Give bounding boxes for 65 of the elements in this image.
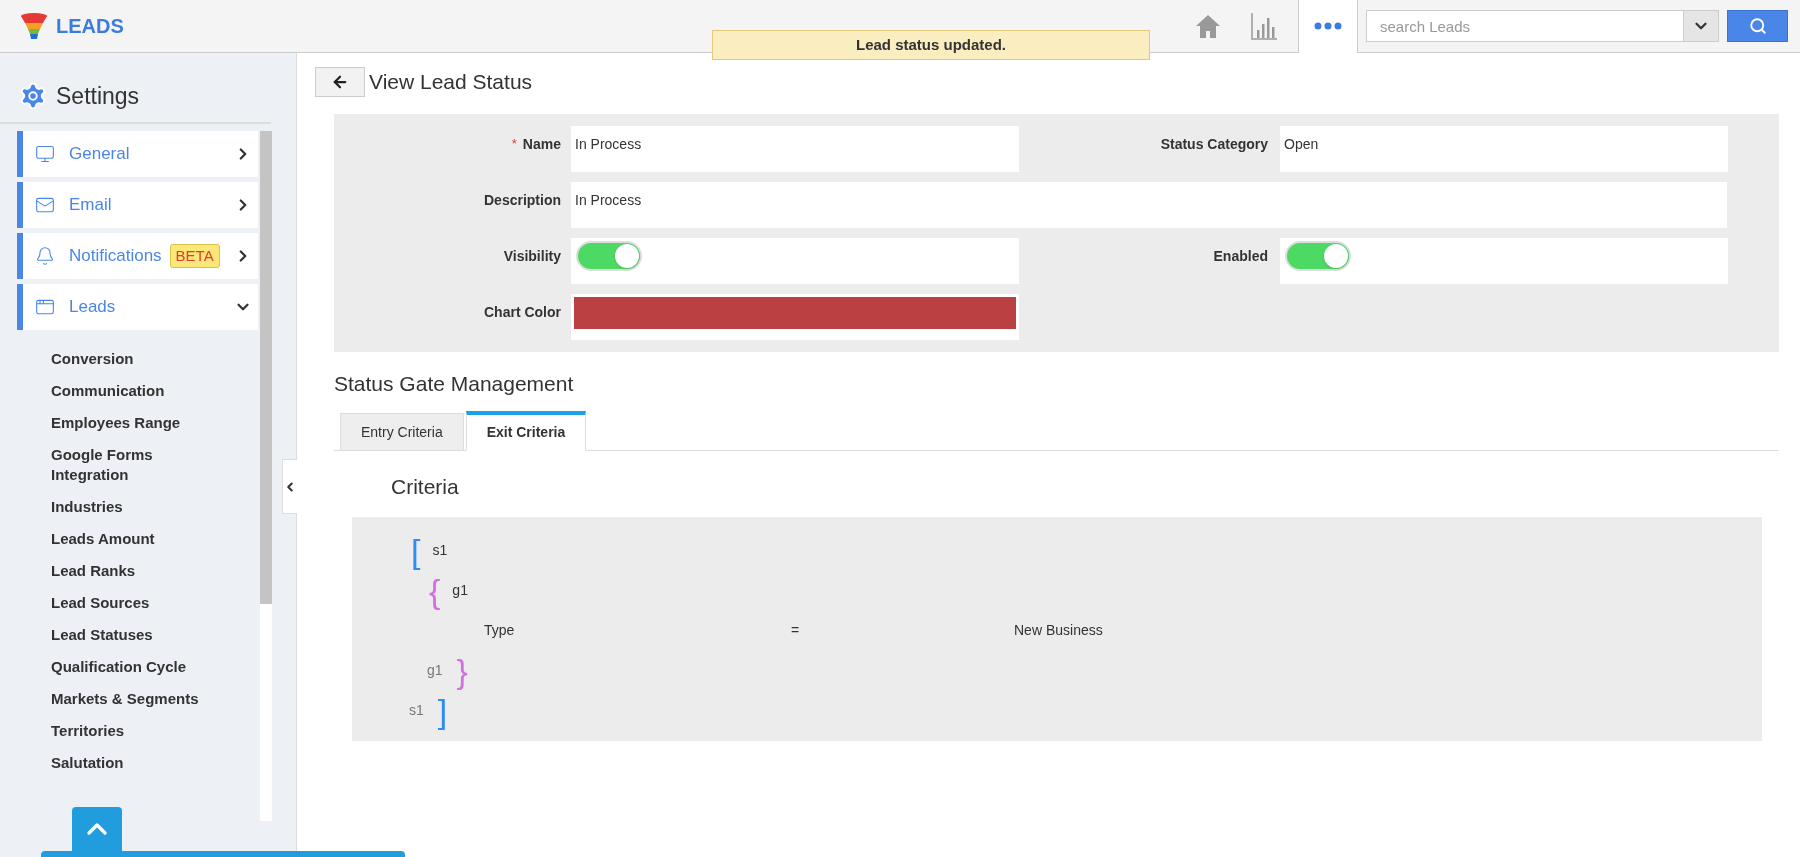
condition-value: New Business (1014, 621, 1103, 640)
condition-field: Type (484, 620, 791, 641)
name-field[interactable]: In Process (571, 125, 1019, 172)
condition-operator: = (791, 621, 801, 640)
sidebar-subitem[interactable]: Conversion (51, 342, 215, 375)
page-title: View Lead Status (369, 69, 533, 95)
curly-brace: } (456, 653, 468, 688)
curly-brace: { (429, 573, 441, 608)
field-label: Visibility (503, 246, 561, 266)
search-icon (1748, 17, 1767, 35)
field-label: Chart Color (484, 302, 561, 322)
field-label: Description (484, 190, 561, 210)
scrollbar-thumb[interactable] (260, 130, 272, 604)
beta-badge: BETA (169, 243, 220, 268)
sidebar-title: Settings (56, 82, 140, 111)
home-icon[interactable] (1194, 13, 1222, 39)
sidebar-subitem[interactable]: Salutation (51, 746, 215, 779)
set-label: s1 (409, 701, 424, 720)
sidebar-subitem[interactable]: Industries (51, 490, 215, 523)
sidebar-item[interactable]: Notifications BETA (17, 232, 258, 279)
set-label: s1 (432, 541, 448, 560)
square-bracket: [ (411, 533, 421, 568)
app-title: LEADS (56, 14, 124, 39)
bell-icon (35, 245, 55, 266)
criteria-tab[interactable]: Exit Criteria (465, 411, 587, 451)
more-dots-icon[interactable] (1314, 22, 1342, 30)
sidebar-subitem[interactable]: Lead Statuses (51, 618, 215, 651)
toggle-switch[interactable] (576, 240, 642, 271)
group-label: g1 (427, 661, 443, 680)
sidebar-subitem[interactable]: Lead Ranks (51, 554, 215, 587)
search-button[interactable] (1727, 10, 1788, 42)
description-field[interactable]: In Process (571, 181, 1727, 228)
criteria-tab[interactable]: Entry Criteria (340, 413, 464, 451)
settings-icon (18, 81, 48, 112)
status-category-field[interactable]: Open (1280, 125, 1728, 172)
sidebar-subitem[interactable]: Leads Amount (51, 522, 215, 555)
sidebar-item[interactable]: General (17, 130, 258, 177)
field-label: Enabled (1213, 246, 1268, 266)
sidebar-item[interactable]: Leads (17, 283, 258, 330)
field-label: Status Category (1160, 134, 1268, 154)
sidebar-subitem[interactable]: Google Forms Integration (51, 438, 215, 491)
section-title: Status Gate Management (334, 370, 575, 397)
sidebar-item[interactable]: Email (17, 181, 258, 228)
sidebar-subitem[interactable]: Employees Range (51, 406, 215, 439)
color-swatch[interactable] (574, 296, 1016, 329)
square-bracket: ] (437, 693, 448, 728)
sidebar-subitem[interactable]: Markets & Segments (51, 682, 215, 715)
criteria-title: Criteria (391, 474, 460, 500)
search-field[interactable]: search Leads (1366, 10, 1684, 42)
group-label: g1 (452, 581, 468, 600)
sidebar-subitem[interactable]: Territories (51, 714, 215, 747)
sidebar-subitem[interactable]: Communication (51, 374, 215, 407)
field-label: Name (522, 134, 561, 154)
monitor-icon (35, 143, 55, 164)
toast-message: Lead status updated. (712, 30, 1150, 60)
sidebar-subitem[interactable]: Qualification Cycle (51, 650, 215, 683)
collapse-sidebar-button[interactable] (282, 459, 297, 514)
scroll-top-button[interactable] (72, 807, 122, 851)
funnel-logo-icon (20, 12, 48, 40)
toggle-switch[interactable] (1285, 240, 1351, 271)
sidebar-subitem[interactable]: Lead Sources (51, 586, 215, 619)
back-button[interactable] (315, 66, 365, 97)
required-asterisk: * (511, 134, 517, 153)
search-dropdown-button[interactable] (1684, 10, 1719, 42)
bar-chart-icon[interactable] (1250, 12, 1278, 40)
